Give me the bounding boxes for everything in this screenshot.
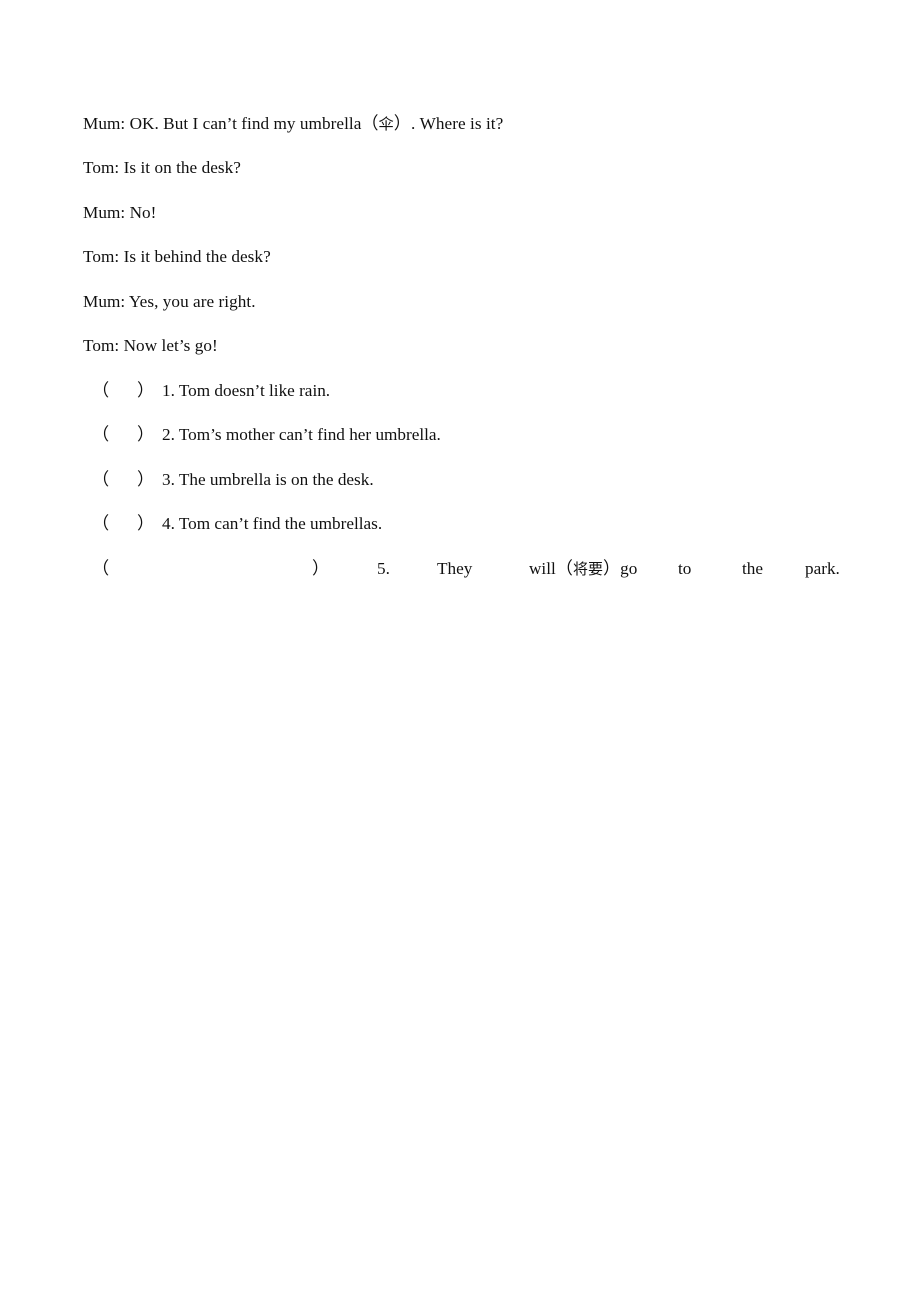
- answer-paren-close: ）: [137, 425, 155, 445]
- statement-text: 4. Tom can’t find the umbrellas.: [162, 514, 383, 534]
- answer-paren-open: （: [92, 381, 110, 400]
- statement-word-the: the: [742, 558, 763, 578]
- statement-word-will-after: ）go: [602, 558, 638, 578]
- dialogue-line-tom-behind-desk: Tom: Is it behind the desk?: [83, 247, 271, 267]
- answer-paren-open: （: [92, 469, 110, 489]
- dialogue-text-part-after: ）. Where is it?: [393, 114, 504, 133]
- answer-paren-open: （: [92, 425, 110, 445]
- dialogue-line-mum-right: Mum: Yes, you are right.: [83, 291, 256, 311]
- answer-paren-open: （: [92, 514, 110, 534]
- dialogue-line-mum-umbrella: Mum: OK. But I can’t find my umbrella（伞）…: [83, 113, 853, 135]
- cjk-gloss-umbrella: 伞: [378, 115, 394, 133]
- dialogue-line-tom-on-desk: Tom: Is it on the desk?: [83, 158, 241, 178]
- statement-row: （ ） 1. Tom doesn’t like rain.: [92, 380, 852, 402]
- statement-row: （ ） 2. Tom’s mother can’t find her umbrell…: [92, 424, 852, 446]
- statement-word-will: will（将要）go: [529, 558, 637, 580]
- worksheet-page: Mum: OK. But I can’t find my umbrella（伞）…: [0, 0, 920, 1302]
- statement-text: 2. Tom’s mother can’t find her umbrella.: [162, 425, 441, 445]
- statement-word-they: They: [437, 558, 473, 578]
- statement-word-will-before: will（: [529, 558, 573, 578]
- dialogue-line-mum-no: Mum: No!: [83, 202, 157, 222]
- statement-word-to: to: [678, 558, 692, 578]
- statement-number: 5.: [377, 558, 390, 578]
- answer-paren-close: ）: [137, 514, 155, 534]
- statement-row: （ ） 4. Tom can’t find the umbrellas.: [92, 513, 852, 535]
- statement-row: （ ） 5. They will（将要）go to the park.: [92, 558, 840, 580]
- statement-word-park: park.: [805, 558, 840, 578]
- dialogue-text-part-before: Mum: OK. But I can’t find my umbrella（: [83, 114, 379, 133]
- answer-paren-close: ）: [137, 381, 155, 400]
- dialogue-block: Mum: OK. But I can’t find my umbrella（伞）…: [83, 113, 853, 379]
- statements-block: （ ） 1. Tom doesn’t like rain. （ ） 2. Tom’s m…: [92, 380, 852, 580]
- cjk-gloss-will: 将要: [572, 559, 603, 578]
- answer-paren-open: （: [92, 558, 110, 578]
- dialogue-line-tom-lets-go: Tom: Now let’s go!: [83, 335, 218, 355]
- answer-paren-close: ）: [137, 469, 155, 489]
- answer-paren-close: ）: [312, 558, 330, 578]
- statement-row: （ ） 3. The umbrella is on the desk.: [92, 469, 852, 491]
- statement-text: 3. The umbrella is on the desk.: [162, 469, 374, 489]
- statement-text: 1. Tom doesn’t like rain.: [162, 381, 331, 400]
